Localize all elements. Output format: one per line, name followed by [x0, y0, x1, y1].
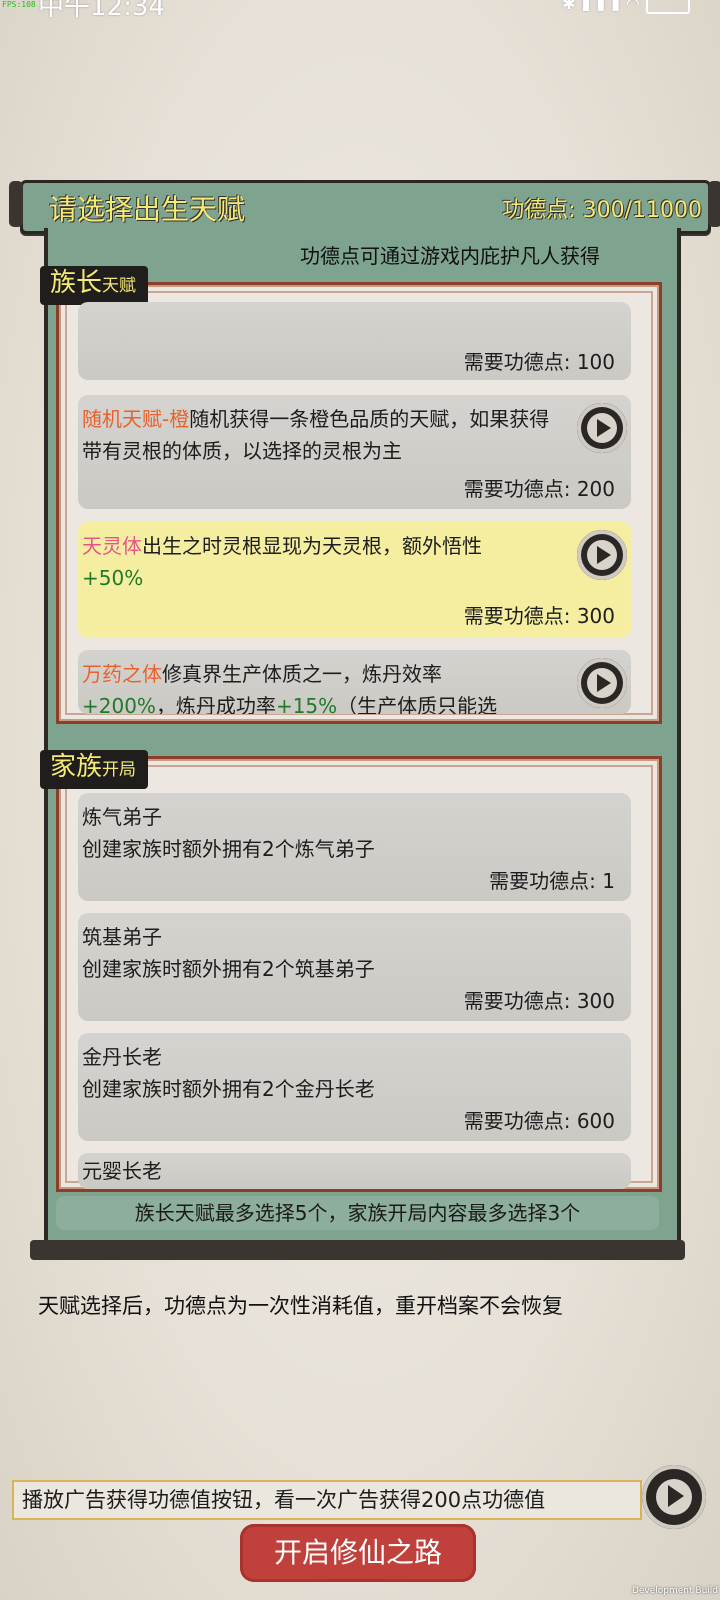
family-cost: 需要功德点: 600: [463, 1109, 615, 1133]
clock: 中午12:34: [38, 0, 165, 22]
play-icon[interactable]: [577, 658, 627, 708]
panel-bottom-rod: [30, 1240, 685, 1260]
talent-text: 修真界生产体质之一，炼丹效率: [162, 662, 442, 686]
family-desc: 筑基弟子 创建家族时额外拥有2个筑基弟子: [82, 921, 622, 985]
family-name: 筑基弟子: [82, 925, 162, 949]
talent-bonus: +200%: [82, 694, 156, 714]
play-icon[interactable]: [577, 403, 627, 453]
development-build-label: Development Build: [631, 1586, 718, 1596]
family-name: 金丹长老: [82, 1045, 162, 1069]
family-card[interactable]: 炼气弟子 创建家族时额外拥有2个炼气弟子 需要功德点: 1: [78, 793, 631, 901]
section-tag-family: 家族开局: [40, 750, 149, 789]
talent-name: 万药之体: [82, 662, 162, 686]
talent-text: （生产体质只能选: [337, 694, 498, 714]
merit-points: 功德点: 300/11000: [502, 198, 702, 223]
wifi-icon: ◠: [626, 0, 646, 13]
family-desc: 炼气弟子 创建家族时额外拥有2个炼气弟子: [82, 801, 622, 865]
talent-bonus: +50%: [82, 566, 144, 590]
talent-card[interactable]: 万药之体修真界生产体质之一，炼丹效率 +200%，炼丹成功率+15%（生产体质只…: [78, 650, 631, 714]
talent-card[interactable]: 随机天赋-橙随机获得一条橙色品质的天赋，如果获得带有灵根的体质，以选择的灵根为主…: [78, 395, 631, 509]
start-button[interactable]: 开启修仙之路: [240, 1524, 476, 1582]
battery-icon: [646, 0, 690, 14]
signal-icon: ▮▮▮: [581, 0, 627, 13]
talent-name: 天灵体: [82, 534, 142, 558]
family-desc: 元婴长老: [82, 1155, 622, 1187]
warning-text: 天赋选择后，功德点为一次性消耗值，重开档案不会恢复: [38, 1294, 563, 1318]
talent-desc: 天灵体出生之时灵根显现为天灵根，额外悟性 +50%: [82, 530, 562, 594]
family-text: 创建家族时额外拥有2个金丹长老: [82, 1077, 375, 1101]
family-cost: 需要功德点: 300: [463, 989, 615, 1013]
play-icon[interactable]: [577, 530, 627, 580]
talent-cost: 需要功德点: 200: [463, 477, 615, 501]
talent-cost: 需要功德点: 300: [463, 604, 615, 628]
family-cost: 需要功德点: 1: [489, 869, 615, 893]
talent-desc: 万药之体修真界生产体质之一，炼丹效率 +200%，炼丹成功率+15%（生产体质只…: [82, 658, 562, 714]
family-desc: 金丹长老 创建家族时额外拥有2个金丹长老: [82, 1041, 622, 1105]
merit-hint: 功德点可通过游戏内庇护凡人获得: [300, 244, 600, 268]
family-name: 元婴长老: [82, 1159, 162, 1183]
ad-reward-bar[interactable]: 播放广告获得功德值按钮，看一次广告获得200点功德值: [12, 1480, 642, 1520]
section-tag-clan-leader: 族长天赋: [40, 266, 149, 305]
title-banner: 请选择出生天赋 功德点: 300/11000: [9, 180, 720, 234]
section-label: 家族: [50, 752, 103, 782]
talent-text: ，炼丹成功率: [155, 694, 276, 714]
section-label: 族长: [50, 268, 103, 298]
family-text: 创建家族时额外拥有2个筑基弟子: [82, 957, 375, 981]
family-card[interactable]: 金丹长老 创建家族时额外拥有2个金丹长老 需要功德点: 600: [78, 1033, 631, 1141]
talent-text: 出生之时灵根显现为天灵根，额外悟性: [142, 534, 482, 558]
talent-desc: 随机天赋-橙随机获得一条橙色品质的天赋，如果获得带有灵根的体质，以选择的灵根为主: [82, 403, 562, 467]
status-bar: FPS:108 中午12:34 ✱▮▮▮◠: [0, 0, 720, 22]
bluetooth-icon: ✱: [562, 0, 582, 13]
selection-limit-text: 族长天赋最多选择5个，家族开局内容最多选择3个: [56, 1196, 659, 1230]
fps-counter: FPS:108: [2, 0, 36, 9]
page-title: 请选择出生天赋: [49, 193, 246, 226]
talent-bonus: +15%: [275, 694, 338, 714]
ad-play-button[interactable]: [642, 1465, 706, 1529]
system-icons: ✱▮▮▮◠: [562, 0, 690, 14]
family-card[interactable]: 元婴长老: [78, 1153, 631, 1189]
section-sublabel: 开局: [102, 760, 137, 780]
section-sublabel: 天赋: [102, 276, 137, 296]
family-card[interactable]: 筑基弟子 创建家族时额外拥有2个筑基弟子 需要功德点: 300: [78, 913, 631, 1021]
play-icon[interactable]: [642, 1465, 706, 1529]
talent-name: 随机天赋-橙: [82, 407, 190, 431]
talent-card-selected[interactable]: 天灵体出生之时灵根显现为天灵根，额外悟性 +50% 需要功德点: 300: [78, 522, 631, 638]
family-text: 创建家族时额外拥有2个炼气弟子: [82, 837, 375, 861]
talent-cost: 需要功德点: 100: [463, 350, 615, 374]
family-name: 炼气弟子: [82, 805, 162, 829]
talent-card[interactable]: 需要功德点: 100: [78, 302, 631, 380]
